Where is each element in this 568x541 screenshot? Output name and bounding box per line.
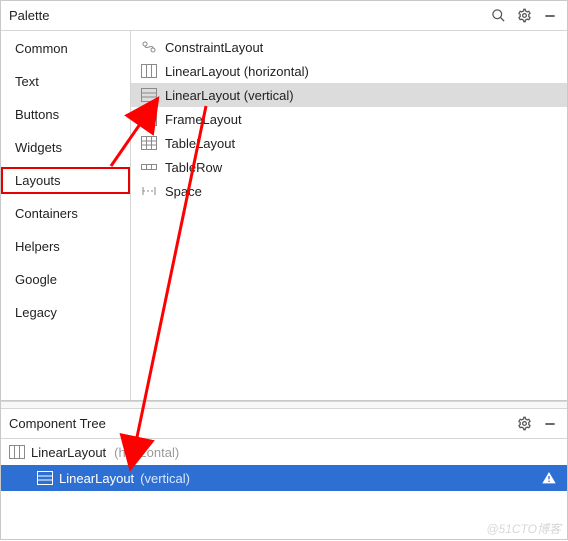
palette-category-label: Common xyxy=(15,41,68,56)
palette-item-label: Space xyxy=(165,184,202,199)
palette-category-label: Buttons xyxy=(15,107,59,122)
warning-icon[interactable] xyxy=(541,470,557,486)
palette-item[interactable]: ConstraintLayout xyxy=(131,35,567,59)
palette-item[interactable]: LinearLayout (vertical) xyxy=(131,83,567,107)
palette-category[interactable]: Buttons xyxy=(1,101,130,128)
watermark: @51CTO博客 xyxy=(486,520,561,537)
palette-category[interactable]: Common xyxy=(1,35,130,62)
palette-category-label: Widgets xyxy=(15,140,62,155)
gear-icon[interactable] xyxy=(515,415,533,433)
hstack-icon xyxy=(141,63,157,79)
palette-items: ConstraintLayout LinearLayout (horizontal… xyxy=(131,31,567,400)
palette-item[interactable]: LinearLayout (horizontal) xyxy=(131,59,567,83)
palette-header: Palette xyxy=(1,1,567,31)
palette-item[interactable]: Space xyxy=(131,179,567,203)
palette-item-label: ConstraintLayout xyxy=(165,40,263,55)
table-icon xyxy=(141,135,157,151)
constraint-icon xyxy=(141,39,157,55)
tree-child-label: LinearLayout xyxy=(59,471,134,486)
search-icon[interactable] xyxy=(489,7,507,25)
component-tree-header: Component Tree xyxy=(1,409,567,439)
palette-category-label: Layouts xyxy=(15,173,61,188)
palette-category-label: Legacy xyxy=(15,305,57,320)
palette-body: Common Text Buttons Widgets Layouts Container… xyxy=(1,31,567,401)
frame-icon xyxy=(141,111,157,127)
component-tree-title: Component Tree xyxy=(9,416,507,431)
tree-child-suffix: (vertical) xyxy=(140,471,190,486)
row-icon xyxy=(141,159,157,175)
minimize-icon[interactable] xyxy=(541,415,559,433)
palette-item-label: FrameLayout xyxy=(165,112,242,127)
palette-category-label: Helpers xyxy=(15,239,60,254)
palette-item[interactable]: TableLayout xyxy=(131,131,567,155)
gear-icon[interactable] xyxy=(515,7,533,25)
palette-category[interactable]: Widgets xyxy=(1,134,130,161)
vstack-icon xyxy=(37,470,53,486)
hstack-icon xyxy=(9,444,25,460)
palette-category[interactable]: Legacy xyxy=(1,299,130,326)
palette-item-label: LinearLayout (horizontal) xyxy=(165,64,309,79)
palette-category[interactable]: Containers xyxy=(1,200,130,227)
palette-item-label: TableLayout xyxy=(165,136,235,151)
tree-row-child[interactable]: LinearLayout (vertical) xyxy=(1,465,567,491)
palette-category[interactable]: Text xyxy=(1,68,130,95)
palette-category-label: Text xyxy=(15,74,39,89)
tree-root-label: LinearLayout xyxy=(31,445,106,460)
panel-divider[interactable] xyxy=(1,401,567,409)
minimize-icon[interactable] xyxy=(541,7,559,25)
tree-row-root[interactable]: LinearLayout (horizontal) xyxy=(1,439,567,465)
component-tree-body: LinearLayout (horizontal) LinearLayout (… xyxy=(1,439,567,491)
palette-item[interactable]: FrameLayout xyxy=(131,107,567,131)
palette-category-label: Containers xyxy=(15,206,78,221)
tree-root-suffix: (horizontal) xyxy=(114,445,179,460)
palette-item-label: LinearLayout (vertical) xyxy=(165,88,294,103)
palette-category[interactable]: Google xyxy=(1,266,130,293)
palette-category-label: Google xyxy=(15,272,57,287)
palette-item-label: TableRow xyxy=(165,160,222,175)
vstack-icon xyxy=(141,87,157,103)
palette-item[interactable]: TableRow xyxy=(131,155,567,179)
space-icon xyxy=(141,183,157,199)
palette-category[interactable]: Layouts xyxy=(1,167,130,194)
palette-categories: Common Text Buttons Widgets Layouts Container… xyxy=(1,31,131,400)
palette-title: Palette xyxy=(9,8,481,23)
palette-category[interactable]: Helpers xyxy=(1,233,130,260)
